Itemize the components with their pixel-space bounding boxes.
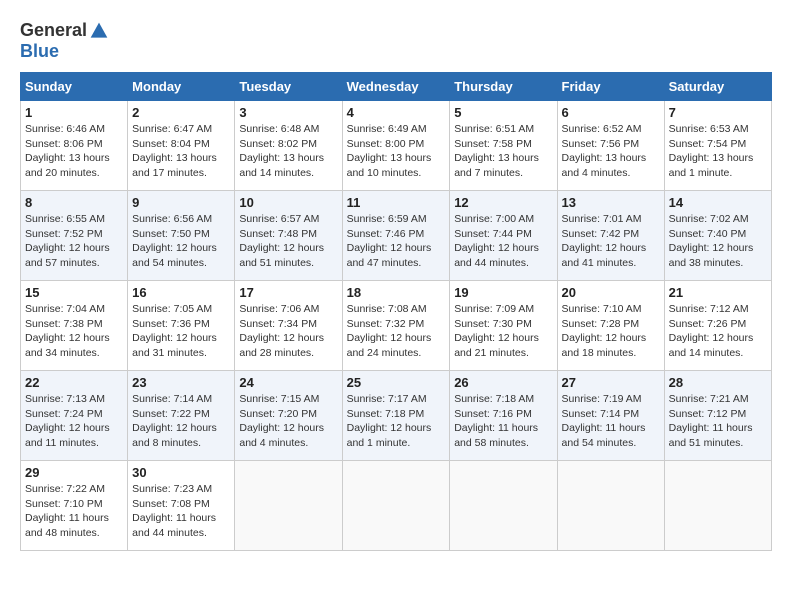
day-header-saturday: Saturday — [664, 73, 771, 101]
logo-general: General — [20, 20, 87, 41]
day-header-sunday: Sunday — [21, 73, 128, 101]
logo: General Blue — [20, 20, 109, 62]
calendar-cell-14: 14Sunrise: 7:02 AMSunset: 7:40 PMDayligh… — [664, 191, 771, 281]
week-row-2: 8Sunrise: 6:55 AMSunset: 7:52 PMDaylight… — [21, 191, 772, 281]
day-header-wednesday: Wednesday — [342, 73, 450, 101]
calendar-cell-empty — [450, 461, 557, 551]
calendar-cell-15: 15Sunrise: 7:04 AMSunset: 7:38 PMDayligh… — [21, 281, 128, 371]
calendar-cell-7: 7Sunrise: 6:53 AMSunset: 7:54 PMDaylight… — [664, 101, 771, 191]
calendar-cell-19: 19Sunrise: 7:09 AMSunset: 7:30 PMDayligh… — [450, 281, 557, 371]
day-header-monday: Monday — [128, 73, 235, 101]
calendar-cell-empty — [664, 461, 771, 551]
calendar-cell-2: 2Sunrise: 6:47 AMSunset: 8:04 PMDaylight… — [128, 101, 235, 191]
calendar-cell-6: 6Sunrise: 6:52 AMSunset: 7:56 PMDaylight… — [557, 101, 664, 191]
calendar-cell-1: 1Sunrise: 6:46 AMSunset: 8:06 PMDaylight… — [21, 101, 128, 191]
calendar-cell-22: 22Sunrise: 7:13 AMSunset: 7:24 PMDayligh… — [21, 371, 128, 461]
calendar-cell-24: 24Sunrise: 7:15 AMSunset: 7:20 PMDayligh… — [235, 371, 342, 461]
calendar-header-row: SundayMondayTuesdayWednesdayThursdayFrid… — [21, 73, 772, 101]
logo-icon — [89, 21, 109, 41]
week-row-5: 29Sunrise: 7:22 AMSunset: 7:10 PMDayligh… — [21, 461, 772, 551]
day-header-tuesday: Tuesday — [235, 73, 342, 101]
calendar-cell-9: 9Sunrise: 6:56 AMSunset: 7:50 PMDaylight… — [128, 191, 235, 281]
week-row-3: 15Sunrise: 7:04 AMSunset: 7:38 PMDayligh… — [21, 281, 772, 371]
calendar-cell-11: 11Sunrise: 6:59 AMSunset: 7:46 PMDayligh… — [342, 191, 450, 281]
calendar: SundayMondayTuesdayWednesdayThursdayFrid… — [20, 72, 772, 551]
calendar-cell-3: 3Sunrise: 6:48 AMSunset: 8:02 PMDaylight… — [235, 101, 342, 191]
calendar-cell-18: 18Sunrise: 7:08 AMSunset: 7:32 PMDayligh… — [342, 281, 450, 371]
page-header: General Blue — [20, 20, 772, 62]
calendar-cell-23: 23Sunrise: 7:14 AMSunset: 7:22 PMDayligh… — [128, 371, 235, 461]
calendar-cell-12: 12Sunrise: 7:00 AMSunset: 7:44 PMDayligh… — [450, 191, 557, 281]
calendar-cell-4: 4Sunrise: 6:49 AMSunset: 8:00 PMDaylight… — [342, 101, 450, 191]
calendar-cell-27: 27Sunrise: 7:19 AMSunset: 7:14 PMDayligh… — [557, 371, 664, 461]
calendar-cell-empty — [342, 461, 450, 551]
calendar-cell-5: 5Sunrise: 6:51 AMSunset: 7:58 PMDaylight… — [450, 101, 557, 191]
calendar-cell-empty — [235, 461, 342, 551]
logo-blue: Blue — [20, 41, 59, 62]
calendar-cell-16: 16Sunrise: 7:05 AMSunset: 7:36 PMDayligh… — [128, 281, 235, 371]
calendar-cell-30: 30Sunrise: 7:23 AMSunset: 7:08 PMDayligh… — [128, 461, 235, 551]
calendar-cell-8: 8Sunrise: 6:55 AMSunset: 7:52 PMDaylight… — [21, 191, 128, 281]
calendar-cell-13: 13Sunrise: 7:01 AMSunset: 7:42 PMDayligh… — [557, 191, 664, 281]
calendar-cell-28: 28Sunrise: 7:21 AMSunset: 7:12 PMDayligh… — [664, 371, 771, 461]
calendar-cell-26: 26Sunrise: 7:18 AMSunset: 7:16 PMDayligh… — [450, 371, 557, 461]
calendar-cell-10: 10Sunrise: 6:57 AMSunset: 7:48 PMDayligh… — [235, 191, 342, 281]
calendar-cell-17: 17Sunrise: 7:06 AMSunset: 7:34 PMDayligh… — [235, 281, 342, 371]
week-row-4: 22Sunrise: 7:13 AMSunset: 7:24 PMDayligh… — [21, 371, 772, 461]
day-header-thursday: Thursday — [450, 73, 557, 101]
calendar-cell-empty — [557, 461, 664, 551]
week-row-1: 1Sunrise: 6:46 AMSunset: 8:06 PMDaylight… — [21, 101, 772, 191]
calendar-cell-29: 29Sunrise: 7:22 AMSunset: 7:10 PMDayligh… — [21, 461, 128, 551]
calendar-cell-21: 21Sunrise: 7:12 AMSunset: 7:26 PMDayligh… — [664, 281, 771, 371]
calendar-cell-25: 25Sunrise: 7:17 AMSunset: 7:18 PMDayligh… — [342, 371, 450, 461]
day-header-friday: Friday — [557, 73, 664, 101]
calendar-cell-20: 20Sunrise: 7:10 AMSunset: 7:28 PMDayligh… — [557, 281, 664, 371]
